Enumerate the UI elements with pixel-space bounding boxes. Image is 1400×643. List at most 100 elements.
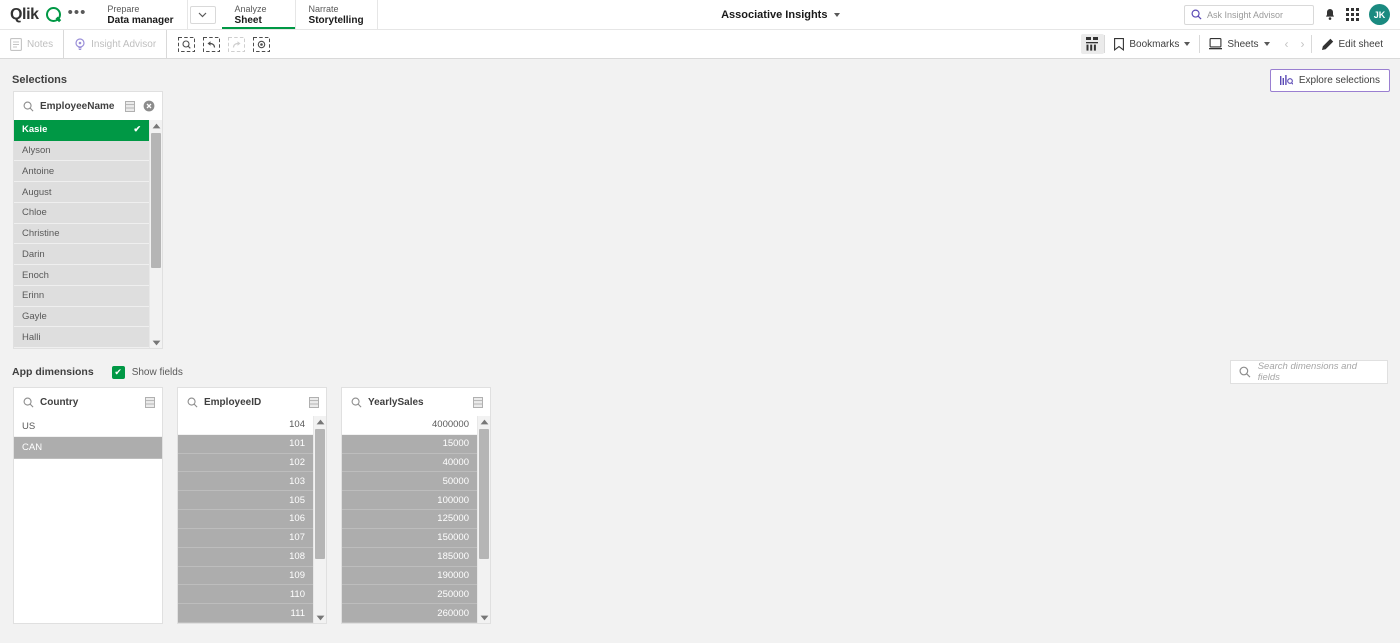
listbox-view-toggle-icon[interactable] (125, 100, 135, 112)
listbox-row-label: 103 (289, 475, 305, 487)
scroll-up-icon[interactable] (152, 120, 161, 131)
selection-search-tool[interactable] (175, 33, 197, 55)
listbox-view-toggle-icon[interactable] (473, 396, 483, 408)
listbox-row[interactable]: 190000 (342, 566, 477, 586)
listbox-scrollbar[interactable] (313, 416, 326, 623)
listbox-row[interactable]: 250000 (342, 585, 477, 605)
nav-section-kicker: Narrate (308, 4, 339, 14)
app-title-zone[interactable]: Associative Insights (378, 0, 1184, 29)
scroll-up-icon[interactable] (316, 416, 325, 427)
clear-selections-tool[interactable] (250, 33, 272, 55)
listbox-row[interactable]: 185000 (342, 547, 477, 567)
scroll-down-icon[interactable] (316, 612, 325, 623)
listbox-row[interactable]: 107 (178, 528, 313, 548)
listbox-view-toggle-icon[interactable] (309, 396, 319, 408)
search-icon[interactable] (351, 397, 362, 408)
listbox-row[interactable]: 108 (178, 547, 313, 567)
user-avatar[interactable]: JK (1369, 4, 1390, 25)
scroll-down-icon[interactable] (480, 612, 489, 623)
listbox-row-label: 100000 (437, 494, 469, 506)
listbox-row-label: Darin (22, 248, 45, 260)
listbox-rows: US CAN (14, 416, 162, 623)
listbox-row[interactable]: 101 (178, 434, 313, 454)
listbox-row[interactable]: 110 (178, 585, 313, 605)
scrollbar-track[interactable] (478, 427, 490, 612)
insight-advisor-search[interactable]: Ask Insight Advisor (1184, 4, 1314, 25)
listbox-row[interactable]: Halli (14, 327, 149, 348)
scrollbar-track[interactable] (150, 131, 162, 337)
listbox-row[interactable]: Darin (14, 244, 149, 266)
listbox-row[interactable]: 104 (178, 416, 313, 435)
nav-section-label: Data manager (107, 15, 174, 26)
overflow-menu-icon[interactable]: ••• (68, 5, 87, 24)
listbox-row[interactable]: 102 (178, 453, 313, 473)
search-icon[interactable] (187, 397, 198, 408)
notifications-bell-icon[interactable] (1324, 8, 1336, 21)
next-sheet-icon[interactable]: › (1295, 37, 1311, 51)
app-dimensions-bar: App dimensions ✔ Show fields Search dime… (0, 357, 1400, 387)
listbox-row[interactable]: Kasie ✔ (14, 120, 149, 141)
search-icon[interactable] (23, 101, 34, 112)
nav-dropdown-button[interactable] (189, 5, 216, 24)
listbox-row-label: Gayle (22, 310, 47, 322)
listbox-view-toggle-icon[interactable] (145, 396, 155, 408)
nav-section-analyze[interactable]: Analyze Sheet (221, 0, 296, 29)
search-icon[interactable] (23, 397, 34, 408)
notes-button[interactable]: Notes (0, 30, 63, 58)
show-fields-checkbox[interactable]: ✔ (111, 365, 125, 379)
listbox-row-label: 104 (289, 419, 305, 431)
nav-section-prepare[interactable]: Prepare Data manager (94, 0, 188, 29)
listbox-row[interactable]: US (14, 416, 162, 438)
edit-sheet-button[interactable]: Edit sheet (1312, 30, 1392, 58)
scrollbar-thumb[interactable] (151, 133, 161, 268)
sheet-grid-icon[interactable] (1081, 34, 1105, 54)
listbox-employeename: EmployeeName Kasie ✔ Alyson Antoine August Ch… (13, 91, 163, 349)
listbox-row[interactable]: 111 (178, 604, 313, 623)
previous-sheet-icon[interactable]: ‹ (1279, 37, 1295, 51)
scrollbar-track[interactable] (314, 427, 326, 612)
listbox-row[interactable]: Antoine (14, 161, 149, 183)
listbox-row[interactable]: Enoch (14, 265, 149, 286)
nav-section-narrate[interactable]: Narrate Storytelling (296, 0, 378, 29)
listbox-rows: 4000000 15000 40000 50000 100000 125000 150000… (342, 416, 477, 623)
dimension-search-placeholder: Search dimensions and fields (1257, 361, 1358, 383)
listbox-row[interactable]: 15000 (342, 434, 477, 454)
dimension-search-box[interactable]: Search dimensions and fields (1230, 360, 1388, 384)
sheets-button[interactable]: Sheets (1200, 30, 1278, 58)
listbox-scrollbar[interactable] (477, 416, 490, 623)
scrollbar-thumb[interactable] (479, 429, 489, 559)
close-icon[interactable] (143, 100, 155, 112)
listbox-row[interactable]: 105 (178, 491, 313, 511)
listbox-row[interactable]: 106 (178, 510, 313, 529)
listbox-row[interactable]: Christine (14, 223, 149, 245)
listbox-row[interactable]: 109 (178, 566, 313, 586)
listbox-row[interactable]: 103 (178, 472, 313, 492)
listbox-row[interactable]: 50000 (342, 472, 477, 492)
listbox-row[interactable]: CAN (14, 437, 162, 459)
listbox-row[interactable]: 260000 (342, 604, 477, 623)
listbox-row[interactable]: 125000 (342, 510, 477, 529)
explore-selections-button[interactable]: Explore selections (1269, 68, 1390, 92)
listbox-header-icons (145, 396, 155, 408)
listbox-row[interactable]: 4000000 (342, 416, 477, 435)
listbox-scrollbar[interactable] (149, 120, 162, 348)
listbox-row[interactable]: 150000 (342, 528, 477, 548)
listbox-row[interactable]: Gayle (14, 306, 149, 328)
step-back-tool[interactable] (200, 33, 222, 55)
listbox-row[interactable]: Chloe (14, 202, 149, 224)
listbox-row[interactable]: Erinn (14, 285, 149, 307)
scroll-down-icon[interactable] (152, 337, 161, 348)
app-grid-icon[interactable] (1346, 8, 1359, 21)
listbox-row[interactable]: August (14, 182, 149, 203)
scroll-up-icon[interactable] (480, 416, 489, 427)
listbox-row[interactable]: Alyson (14, 140, 149, 162)
listbox-row-label: 105 (289, 494, 305, 506)
listbox-header-icons (473, 396, 483, 408)
listbox-row[interactable]: 40000 (342, 453, 477, 473)
insight-advisor-button[interactable]: Insight Advisor (63, 30, 168, 58)
bookmarks-button[interactable]: Bookmarks (1105, 30, 1199, 58)
scrollbar-thumb[interactable] (315, 429, 325, 559)
step-forward-tool (225, 33, 247, 55)
listbox-row[interactable]: 100000 (342, 491, 477, 511)
listbox-row-label: 125000 (437, 513, 469, 525)
